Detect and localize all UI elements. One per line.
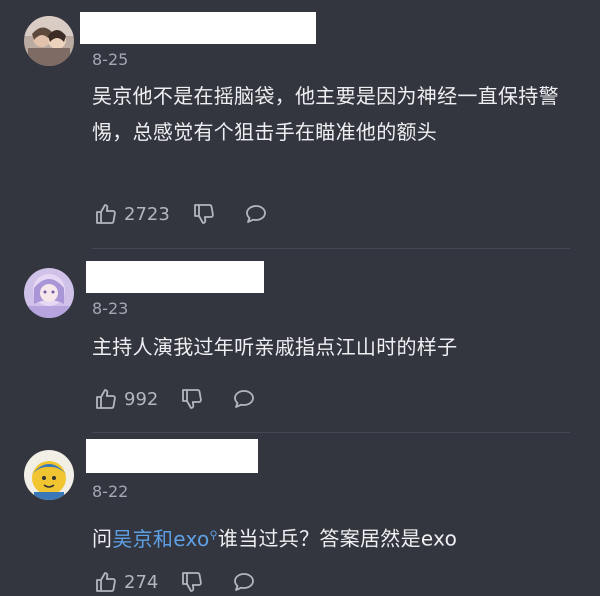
avatar[interactable] <box>24 268 74 318</box>
username-redacted <box>86 439 258 473</box>
thumbs-up-icon[interactable] <box>94 570 118 594</box>
comment-actions: 274 <box>94 569 256 595</box>
search-icon: ⚲ <box>209 528 218 541</box>
search-link-text: 吴京和exo <box>112 526 210 551</box>
thumbs-up-icon[interactable] <box>94 202 118 226</box>
username-redacted <box>80 12 316 44</box>
comment-bubble-icon[interactable] <box>232 387 256 411</box>
thumbs-down-icon[interactable] <box>192 202 216 226</box>
thumbs-down-icon[interactable] <box>180 570 204 594</box>
search-link[interactable]: 吴京和exo⚲ <box>112 527 218 551</box>
like-count: 992 <box>124 388 159 410</box>
comment-date: 8-23 <box>92 299 129 318</box>
comment-text: 主持人演我过年听亲戚指点江山时的样子 <box>92 335 458 359</box>
comment-text-suffix: 谁当过兵？答案居然是exo <box>217 526 458 551</box>
comment-date: 8-25 <box>92 50 129 69</box>
avatar[interactable] <box>24 16 74 66</box>
comment-actions: 992 <box>94 386 256 412</box>
like-count: 274 <box>124 571 159 593</box>
comment-text-prefix: 问 <box>92 526 113 551</box>
thumbs-down-icon[interactable] <box>180 387 204 411</box>
comment-date: 8-22 <box>92 482 129 501</box>
thumbs-up-icon[interactable] <box>94 387 118 411</box>
comment-text: 问吴京和exo⚲谁当过兵？答案居然是exo <box>92 517 572 557</box>
comment-actions: 2723 <box>94 201 268 227</box>
username-redacted <box>86 261 264 293</box>
comment-item: 8-22 问吴京和exo⚲谁当过兵？答案居然是exo 274 <box>0 434 600 596</box>
avatar[interactable] <box>24 450 74 500</box>
divider <box>92 432 570 433</box>
comment-bubble-icon[interactable] <box>232 570 256 594</box>
divider <box>92 248 570 249</box>
like-count: 2723 <box>124 203 170 225</box>
comment-item: 8-23 主持人演我过年听亲戚指点江山时的样子 992 <box>0 250 600 430</box>
comment-item: 8-25 吴京他不是在摇脑袋，他主要是因为神经一直保持警惕，总感觉有个狙击手在瞄… <box>0 0 600 250</box>
comment-text: 吴京他不是在摇脑袋，他主要是因为神经一直保持警惕，总感觉有个狙击手在瞄准他的额头 <box>92 84 559 144</box>
comment-bubble-icon[interactable] <box>244 202 268 226</box>
